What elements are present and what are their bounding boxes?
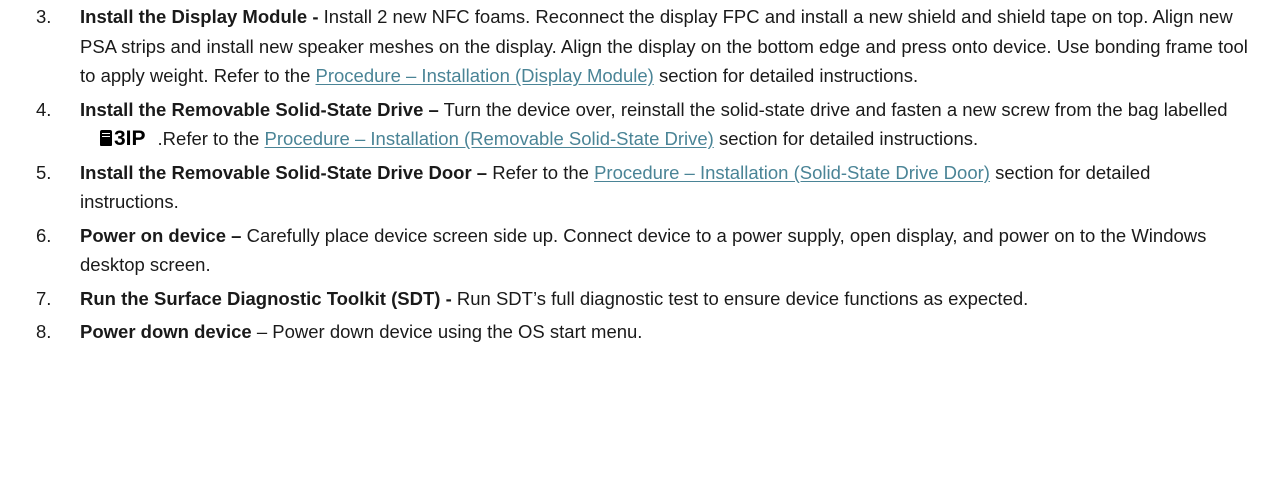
procedure-link-display-module[interactable]: Procedure – Installation (Display Module… bbox=[316, 65, 654, 86]
step-title: Power on device – bbox=[80, 224, 242, 246]
step-number: 8. bbox=[36, 321, 52, 342]
step-title: Install the Removable Solid-State Drive … bbox=[80, 98, 439, 120]
step-number: 4. bbox=[36, 98, 52, 120]
step-8: 8. Power down device – Power down device… bbox=[0, 317, 1266, 347]
step-number: 3. bbox=[36, 6, 52, 27]
step-title: Install the Removable Solid-State Drive … bbox=[80, 161, 488, 183]
step-number: 6. bbox=[36, 224, 52, 246]
step-title: Run the Surface Diagnostic Toolkit (SDT)… bbox=[80, 287, 452, 309]
step-text: Run SDT’s full diagnostic test to ensure… bbox=[456, 287, 1029, 309]
step-title: Install the Display Module - bbox=[80, 6, 319, 27]
step-title: Power down device bbox=[80, 321, 252, 342]
step-text: Carefully place device screen side up. C… bbox=[80, 224, 1207, 276]
step-text: Turn the device over, reinstall the soli… bbox=[443, 98, 1228, 120]
step-3: 3. Install the Display Module - Install … bbox=[0, 2, 1266, 91]
step-7: 7. Run the Surface Diagnostic Toolkit (S… bbox=[0, 284, 1266, 314]
bag-icon bbox=[100, 130, 112, 146]
procedure-link-removable-ssd[interactable]: Procedure – Installation (Removable Soli… bbox=[264, 128, 713, 149]
step-text-2: .Refer to the bbox=[157, 128, 260, 149]
bag-label-text: 3IP bbox=[114, 127, 146, 150]
step-text: Refer to the bbox=[492, 161, 589, 183]
step-4: 4. Install the Removable Solid-State Dri… bbox=[0, 95, 1266, 154]
step-5: 5. Install the Removable Solid-State Dri… bbox=[0, 158, 1266, 217]
step-6: 6. Power on device – Carefully place dev… bbox=[0, 221, 1266, 280]
procedure-link-ssd-door[interactable]: Procedure – Installation (Solid-State Dr… bbox=[594, 162, 990, 183]
instruction-list: 3. Install the Display Module - Install … bbox=[0, 2, 1266, 351]
step-text-after: section for detailed instructions. bbox=[718, 128, 979, 149]
step-text-after: section for detailed instructions. bbox=[658, 65, 919, 86]
step-number: 7. bbox=[36, 287, 52, 309]
bag-label: 3IP bbox=[100, 124, 146, 154]
step-text: – Power down device using the OS start m… bbox=[256, 321, 643, 342]
step-number: 5. bbox=[36, 161, 52, 183]
